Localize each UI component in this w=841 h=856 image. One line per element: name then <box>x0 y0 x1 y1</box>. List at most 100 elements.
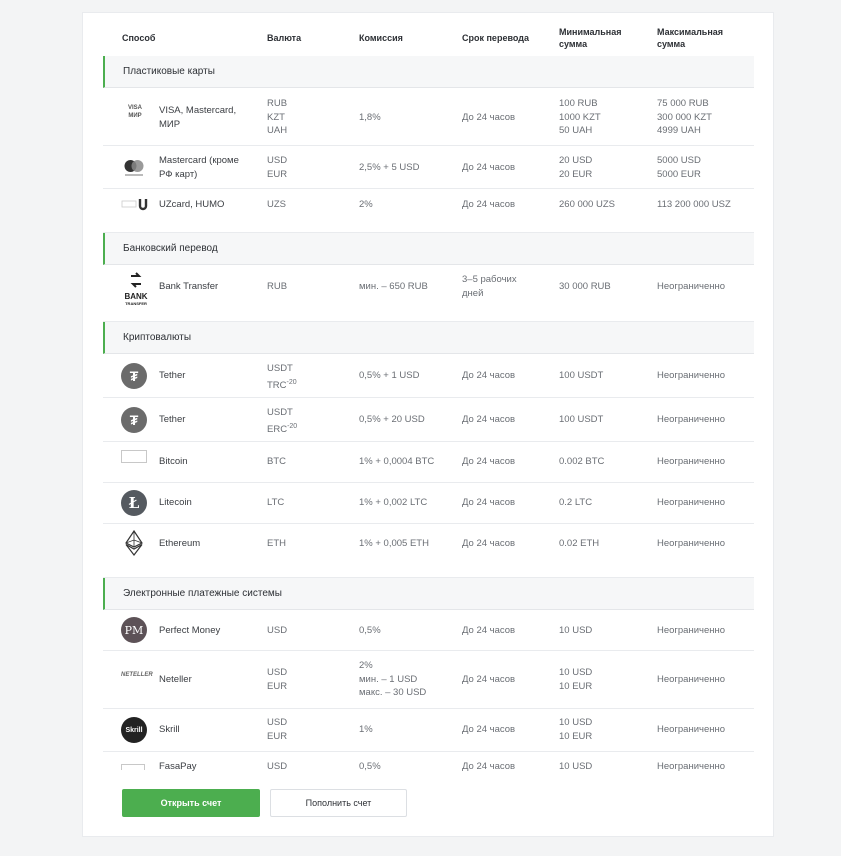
fee: 2,5% + 5 USD <box>359 162 420 173</box>
header-min: Минимальная сумма <box>559 27 622 49</box>
max-amount: Неограниченно <box>657 625 726 636</box>
header-max: Максимальная сумма <box>657 27 724 49</box>
header-method: Способ <box>122 33 156 43</box>
bitcoin-logo-broken <box>121 450 147 463</box>
section-title: Криптовалюты <box>123 332 192 343</box>
payment-methods-card: Способ Валюта Комиссия Срок перевода Мин… <box>82 12 774 837</box>
min-amount: 100 USDT <box>559 370 604 381</box>
currency: USD EUR <box>267 667 288 692</box>
min-amount: 0.02 ETH <box>559 538 600 549</box>
max-amount: 113 200 000 USZ <box>657 199 731 210</box>
method-name: FasaPay <box>159 761 197 772</box>
method-name: Mastercard (кроме РФ карт) <box>159 155 239 180</box>
fee: 1% + 0,005 ETH <box>359 538 429 549</box>
max-amount: Неограниченно <box>657 414 726 425</box>
currency: USD EUR <box>267 155 288 180</box>
currency: USDT TRC-20 <box>267 362 297 392</box>
max-amount: Неограниченно <box>657 538 726 549</box>
section-electronic-payments: Электронные платежные системы <box>103 578 754 610</box>
header-currency: Валюта <box>267 33 302 43</box>
fasapay-logo-broken <box>121 764 145 770</box>
min-amount: 100 USDT <box>559 414 604 425</box>
table-row: Skrill Skrill USD EUR 1% До 24 часов 10 … <box>103 709 754 752</box>
min-amount: 10 USD <box>559 625 593 636</box>
currency-sup: -20 <box>286 378 297 386</box>
max-amount: Неограниченно <box>657 497 726 508</box>
table-row: UZcard, HUMO UZS 2% До 24 часов 260 000 … <box>103 189 754 233</box>
fee: 0,5% <box>359 761 381 772</box>
tether-icon: ₮ <box>121 407 147 433</box>
currency: USDT ERC-20 <box>267 406 297 436</box>
max-amount: Неограниченно <box>657 281 726 292</box>
currency: BTC <box>267 456 286 467</box>
min-amount: 100 RUB 1000 KZT 50 UAH <box>559 98 601 136</box>
currency: USD <box>267 625 288 636</box>
currency: RUB KZT UAH <box>267 98 288 136</box>
term: До 24 часов <box>462 456 516 467</box>
method-name: Neteller <box>159 674 192 685</box>
method-name: UZcard, HUMO <box>159 199 225 210</box>
bank-text: BANK <box>124 292 148 301</box>
fee: 0,5% <box>359 625 381 636</box>
max-amount: Неограниченно <box>657 674 726 685</box>
litecoin-icon: Ł <box>121 490 147 516</box>
currency: USD EUR <box>267 717 288 742</box>
table-row: ₮ Tether USDT ERC-20 0,5% + 20 USD До 24… <box>103 398 754 442</box>
term: До 24 часов <box>462 162 516 173</box>
term: До 24 часов <box>462 538 516 549</box>
min-amount: 0.2 LTC <box>559 497 593 508</box>
term: До 24 часов <box>462 724 516 735</box>
max-amount: Неограниченно <box>657 456 726 467</box>
currency: LTC <box>267 497 285 508</box>
method-name: Bank Transfer <box>159 281 219 292</box>
uzcard-humo-logo <box>121 197 148 211</box>
method-name: Tether <box>159 414 186 425</box>
table-row: BANK TRANSFER Bank Transfer RUB мин. – 6… <box>103 265 754 322</box>
term: До 24 часов <box>462 625 516 636</box>
table-row: PM Perfect Money USD 0,5% До 24 часов 10… <box>103 610 754 651</box>
skrill-icon: Skrill <box>121 717 147 743</box>
mir-text: МИР <box>128 113 142 119</box>
method-name: Tether <box>159 370 186 381</box>
fee: 1% + 0,0004 BTC <box>359 456 435 467</box>
currency-text: USDT TRC <box>267 363 293 391</box>
visa-text: VISA <box>127 105 142 111</box>
perfect-money-icon: PM <box>121 617 147 643</box>
fee: 0,5% + 1 USD <box>359 370 420 381</box>
table-row: Bitcoin BTC 1% + 0,0004 BTC До 24 часов … <box>103 442 754 483</box>
fee: 0,5% + 20 USD <box>359 414 425 425</box>
min-amount: 10 USD 10 EUR <box>559 717 593 742</box>
max-amount: Неограниченно <box>657 724 726 735</box>
term: До 24 часов <box>462 370 516 381</box>
tether-icon: ₮ <box>121 363 147 389</box>
header-term: Срок перевода <box>462 33 529 43</box>
max-amount: 75 000 RUB 300 000 KZT 4999 UAH <box>657 98 712 136</box>
table-row: Mastercard (кроме РФ карт) USD EUR 2,5% … <box>103 146 754 189</box>
fee: 1% + 0,002 LTC <box>359 497 428 508</box>
section-title: Электронные платежные системы <box>123 588 282 599</box>
term: До 24 часов <box>462 497 516 508</box>
max-amount: Неограниченно <box>657 761 726 772</box>
section-bank-transfer: Банковский перевод <box>103 233 754 265</box>
min-amount: 260 000 UZS <box>559 199 615 210</box>
currency: UZS <box>267 199 286 210</box>
term: До 24 часов <box>462 761 516 772</box>
method-name: VISA, Mastercard, МИР <box>159 105 237 130</box>
open-account-button[interactable]: Открыть счет <box>122 789 260 817</box>
ethereum-icon <box>121 529 147 556</box>
method-name: Bitcoin <box>159 456 188 467</box>
currency: RUB <box>267 281 288 292</box>
transfer-text: TRANSFER <box>125 301 147 306</box>
top-up-button[interactable]: Пополнить счет <box>270 789 407 817</box>
term: До 24 часов <box>462 199 516 210</box>
bank-transfer-logo: BANK TRANSFER <box>121 272 151 306</box>
min-amount: 0.002 BTC <box>559 456 605 467</box>
method-name: Skrill <box>159 724 180 735</box>
table-row: NETELLER Neteller USD EUR 2% мин. – 1 US… <box>103 651 754 709</box>
neteller-logo: NETELLER <box>121 672 153 678</box>
section-title: Банковский перевод <box>123 243 218 254</box>
mastercard-logo <box>121 156 147 182</box>
term: До 24 часов <box>462 112 516 123</box>
table-row: ₮ Tether USDT TRC-20 0,5% + 1 USD До 24 … <box>103 354 754 398</box>
fee: 2% мин. – 1 USD макс. – 30 USD <box>359 660 427 698</box>
